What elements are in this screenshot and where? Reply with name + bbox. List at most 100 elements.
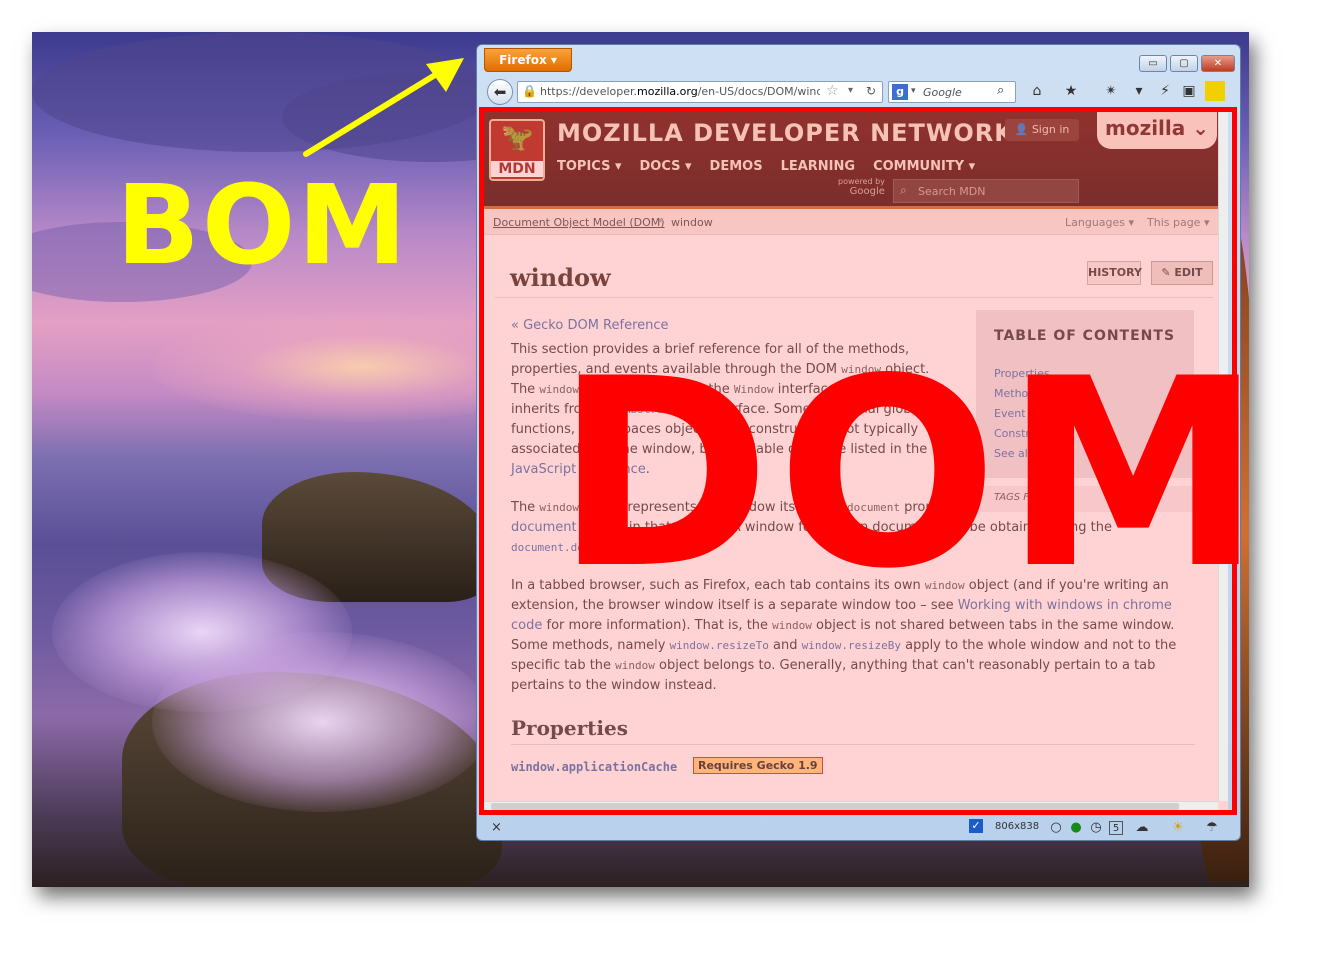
nav-demos[interactable]: DEMOS	[710, 159, 763, 174]
toc-item-properties[interactable]: Properties	[994, 364, 1077, 384]
google-engine-icon[interactable]: g	[892, 84, 908, 100]
wallpaper-wave-foam	[152, 632, 492, 812]
home-icon[interactable]: ⌂	[1027, 81, 1047, 101]
table-of-contents: TABLE OF CONTENTS Properties Methods Eve…	[976, 310, 1194, 478]
javascript-reference-link[interactable]: JavaScript Reference	[511, 462, 646, 477]
default-view-link[interactable]: document.defaultView	[511, 541, 643, 554]
horizontal-scrollbar-thumb[interactable]	[491, 803, 1179, 810]
url-prefix: https://developer.	[540, 85, 638, 98]
properties-heading: Properties	[511, 716, 1195, 745]
intro-paragraph: This section provides a brief reference …	[511, 342, 930, 477]
dropdown-icon[interactable]: ▾	[1129, 81, 1149, 101]
horizontal-scrollbar[interactable]	[483, 801, 1218, 811]
history-button[interactable]: HISTORY	[1087, 261, 1142, 285]
bom-arrow-icon	[303, 58, 464, 157]
breadcrumb: Document Object Model (DOM) ▸ window Lan…	[483, 209, 1228, 235]
main-nav: TOPICS ▾ DOCS ▾ DEMOS LEARNING COMMUNITY…	[557, 159, 975, 174]
sun-cloud-icon[interactable]: ☀	[1169, 819, 1187, 837]
back-arrow-icon: ⬅	[493, 83, 507, 101]
url-bar[interactable]: 🔒 https://developer.mozilla.org/en-US/do…	[517, 81, 883, 103]
minimize-button[interactable]: ▭	[1139, 55, 1167, 72]
search-bar[interactable]: g ▾ Google ⌕	[888, 81, 1016, 103]
lock-icon: 🔒	[522, 84, 537, 98]
vertical-scrollbar[interactable]	[1218, 111, 1228, 801]
chevron-down-icon: ⌄	[1192, 116, 1210, 140]
resize-to-link[interactable]: window.resizeTo	[670, 639, 769, 652]
notes-icon[interactable]	[1205, 81, 1225, 101]
close-button[interactable]: ✕	[1201, 55, 1235, 72]
this-page-menu[interactable]: This page ▾	[1147, 216, 1209, 229]
powered-by-brand: Google	[849, 186, 885, 197]
reload-icon[interactable]: ↻	[866, 84, 876, 98]
close-icon[interactable]: ×	[491, 820, 502, 835]
status-bar: × ✓ 806x838 ○ ● ◷ 5 ☁ ☀ ☂	[479, 817, 1238, 839]
maximize-button[interactable]: ▢	[1170, 55, 1198, 72]
nav-community[interactable]: COMMUNITY ▾	[873, 159, 975, 174]
page-title: window	[510, 263, 611, 292]
site-title[interactable]: MOZILLA DEVELOPER NETWORK	[557, 119, 1014, 147]
bom-annotation-label: BOM	[116, 161, 409, 289]
mdn-search-input[interactable]	[918, 182, 1073, 200]
dinosaur-logo-icon: 🦖	[501, 123, 534, 153]
url-history-dropdown-icon[interactable]: ▾	[848, 85, 853, 96]
green-dot-icon[interactable]: ●	[1067, 819, 1085, 837]
mdn-logo-text: MDN	[491, 161, 543, 177]
calendar-icon[interactable]: 5	[1109, 821, 1123, 835]
gecko-dom-reference-link[interactable]: « Gecko DOM Reference	[511, 318, 669, 333]
sign-in-label: Sign in	[1031, 123, 1070, 136]
page-content: 🦖 MDN MOZILLA DEVELOPER NETWORK TOPICS ▾…	[483, 111, 1228, 811]
edit-button[interactable]: ✎ EDIT	[1151, 261, 1213, 285]
toc-list: Properties Methods Event handlers Constr…	[994, 364, 1077, 464]
navigation-toolbar: ⬅ 🔒 https://developer.mozilla.org/en-US/…	[479, 77, 1238, 105]
languages-menu[interactable]: Languages ▾	[1065, 216, 1134, 229]
back-button[interactable]: ⬅	[487, 79, 513, 105]
article-body: « Gecko DOM Reference This section provi…	[495, 297, 1213, 811]
pencil-icon: ✎	[1161, 266, 1171, 279]
languages-label: Languages	[1065, 216, 1126, 229]
mdn-header: 🦖 MDN MOZILLA DEVELOPER NETWORK TOPICS ▾…	[483, 111, 1228, 209]
checkbox-icon[interactable]: ✓	[969, 819, 983, 833]
nav-topics[interactable]: TOPICS ▾	[557, 159, 621, 174]
screenshot-icon[interactable]: ▣	[1179, 81, 1199, 101]
nav-learning[interactable]: LEARNING	[781, 159, 856, 174]
toc-item-methods[interactable]: Methods	[994, 384, 1077, 404]
search-icon[interactable]: ⌕	[997, 83, 1004, 98]
toc-item-event-handlers[interactable]: Event handlers	[994, 404, 1077, 424]
viewport-size: 806x838	[995, 821, 1040, 832]
bookmarks-menu-icon[interactable]: ★	[1061, 81, 1081, 101]
user-icon: 👤	[1014, 123, 1029, 136]
this-page-label: This page	[1147, 216, 1201, 229]
nav-docs[interactable]: DOCS ▾	[639, 159, 691, 174]
extension-icon[interactable]: ⚡	[1155, 81, 1175, 101]
mozilla-tab[interactable]: mozilla ⌄	[1097, 111, 1217, 149]
tags-box[interactable]: TAGS FILES	[976, 486, 1194, 512]
addon-icon[interactable]: ✴	[1101, 81, 1121, 101]
browser-window: Firefox ▾ ▭ ▢ ✕ ⬅ 🔒 https://developer.mo…	[476, 44, 1241, 841]
clock-icon[interactable]: ◷	[1087, 819, 1105, 837]
property-application-cache-link[interactable]: window.applicationCache	[511, 760, 677, 774]
breadcrumb-separator-icon: ▸	[659, 215, 665, 226]
rain-cloud-icon[interactable]: ☂	[1203, 819, 1221, 837]
url-path: /en-US/docs/DOM/window	[697, 85, 820, 98]
sign-in-button[interactable]: 👤 Sign in	[1005, 119, 1079, 141]
url-text[interactable]: https://developer.mozilla.org/en-US/docs…	[540, 85, 820, 98]
engine-dropdown-icon[interactable]: ▾	[911, 86, 916, 96]
powered-by-text: powered by	[838, 177, 885, 186]
search-engine-placeholder: Google	[923, 86, 962, 99]
resize-by-link[interactable]: window.resizeBy	[802, 639, 901, 652]
bookmark-star-icon[interactable]: ☆	[826, 83, 839, 99]
powered-by-google: powered by Google	[838, 177, 885, 197]
edit-label: EDIT	[1174, 266, 1203, 279]
abstractview-link[interactable]: AbstractView	[624, 403, 703, 416]
requires-gecko-badge: Requires Gecko 1.9	[693, 757, 823, 774]
cloud-icon[interactable]: ☁	[1133, 819, 1151, 837]
circle-icon[interactable]: ○	[1047, 819, 1065, 837]
tags-label: TAGS FILES	[994, 492, 1051, 503]
breadcrumb-dom-link[interactable]: Document Object Model (DOM)	[493, 216, 665, 229]
screenshot-stage: BOM Firefox ▾ ▭ ▢ ✕ ⬅ 🔒 https://develope…	[0, 0, 1343, 953]
toc-item-see-also[interactable]: See also	[994, 444, 1077, 464]
firefox-menu-button[interactable]: Firefox ▾	[484, 48, 572, 72]
search-icon: ⌕	[900, 183, 907, 197]
mdn-logo[interactable]: 🦖 MDN	[489, 119, 545, 181]
toc-item-constructors[interactable]: Constructors	[994, 424, 1077, 444]
